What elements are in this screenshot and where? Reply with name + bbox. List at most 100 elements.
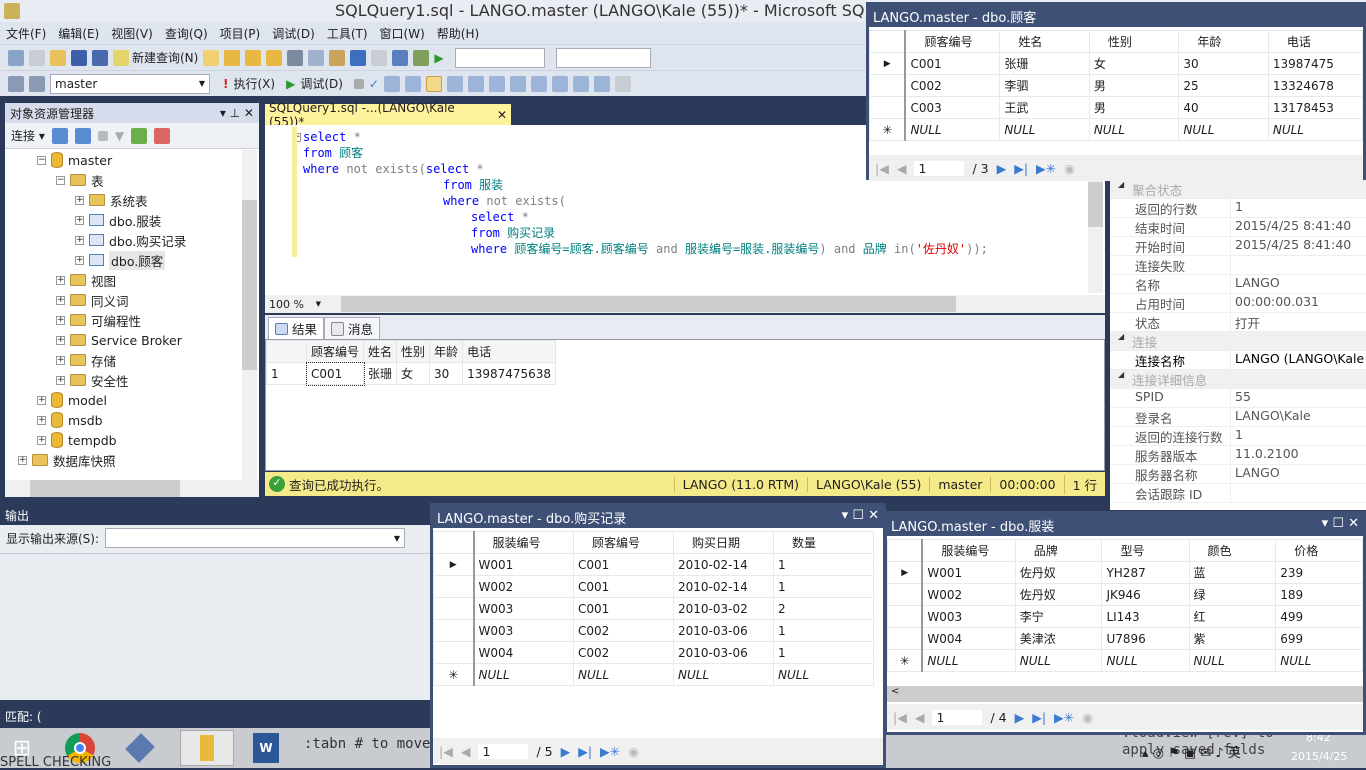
table-cell[interactable]: C001 xyxy=(573,575,674,598)
tree-item-folder[interactable]: + 可编程性 xyxy=(56,310,141,330)
disconnect-object-icon[interactable] xyxy=(74,127,91,144)
table-cell[interactable]: 佐丹奴 xyxy=(1014,583,1103,606)
table-cell[interactable]: U7896 xyxy=(1101,627,1190,650)
property-value[interactable]: 55 xyxy=(1231,389,1251,407)
expand-icon[interactable]: + xyxy=(75,215,84,225)
expand-icon[interactable]: + xyxy=(37,415,46,425)
menu-item[interactable]: 编辑(E) xyxy=(58,25,99,42)
client-stats-icon[interactable] xyxy=(467,75,484,92)
expand-icon[interactable]: + xyxy=(56,355,65,365)
table-cell[interactable]: NULL xyxy=(1178,118,1269,141)
save-all-icon[interactable] xyxy=(92,49,108,66)
table-cell[interactable]: 30 xyxy=(429,362,464,385)
table-cell[interactable]: W001 xyxy=(473,553,574,576)
increase-indent-icon[interactable] xyxy=(593,75,610,92)
column-header[interactable]: 电话 xyxy=(1267,30,1364,53)
connect-icon[interactable] xyxy=(8,75,24,92)
page-input[interactable]: 1 xyxy=(914,160,965,176)
table-cell[interactable]: C001 xyxy=(904,52,1001,75)
table-cell[interactable]: 红 xyxy=(1188,605,1277,628)
menu-item[interactable]: 视图(V) xyxy=(111,25,153,42)
column-header[interactable]: 顾客编号 xyxy=(904,30,1001,53)
row-header[interactable] xyxy=(433,575,475,598)
parse-icon[interactable]: ✓ xyxy=(369,77,379,91)
ssms-taskbar-button[interactable] xyxy=(180,730,234,766)
dmx-query-icon[interactable] xyxy=(245,49,262,66)
table-cell[interactable]: NULL xyxy=(904,118,1001,141)
table-cell[interactable]: NULL xyxy=(1188,649,1277,672)
word-taskbar-button[interactable]: W xyxy=(244,730,288,766)
column-header[interactable]: 购买日期 xyxy=(673,531,774,554)
pin-close-icons[interactable]: ▾ ⊥ ✕ xyxy=(220,106,254,120)
tree-horizontal-scrollbar[interactable] xyxy=(5,480,259,497)
tree-item-folder[interactable]: + 同义词 xyxy=(56,290,129,310)
expand-icon[interactable]: + xyxy=(18,455,27,465)
column-header[interactable]: 姓名 xyxy=(363,340,398,363)
decrease-indent-icon[interactable] xyxy=(572,75,589,92)
expand-icon[interactable]: + xyxy=(75,195,84,205)
expand-icon[interactable]: + xyxy=(37,435,46,445)
column-header[interactable]: 年龄 xyxy=(1178,30,1269,53)
property-category[interactable]: ◢ 连接 xyxy=(1110,332,1366,351)
table-cell[interactable]: 1 xyxy=(773,553,874,576)
column-header[interactable]: 年龄 xyxy=(429,340,464,363)
next-record-icon[interactable]: ▶ xyxy=(561,744,571,759)
save-icon[interactable] xyxy=(71,49,87,66)
table-cell[interactable]: 40 xyxy=(1178,96,1269,119)
new-record-icon[interactable]: ▶✳ xyxy=(1036,161,1056,176)
zoom-select[interactable]: 100 % ▼ xyxy=(265,296,325,312)
tree-item-database[interactable]: + msdb xyxy=(37,410,103,430)
table-cell[interactable]: 张珊 xyxy=(999,52,1090,75)
expand-icon[interactable]: + xyxy=(56,275,65,285)
expand-icon[interactable]: + xyxy=(56,295,65,305)
page-input[interactable]: 1 xyxy=(478,743,529,759)
column-header[interactable]: 价格 xyxy=(1275,539,1363,562)
virtualbox-taskbar-button[interactable] xyxy=(118,730,162,766)
table-cell[interactable]: 2010-03-06 xyxy=(673,641,774,664)
results-to-text-icon[interactable] xyxy=(425,75,442,92)
row-header[interactable] xyxy=(887,583,924,606)
new-project-icon[interactable] xyxy=(8,49,24,66)
menu-item[interactable]: 工具(T) xyxy=(327,25,368,42)
table-cell[interactable]: W002 xyxy=(473,575,574,598)
comment-icon[interactable] xyxy=(530,75,547,92)
tree-item-folder[interactable]: + 存储 xyxy=(56,350,116,370)
table-cell[interactable]: 李驷 xyxy=(999,74,1090,97)
tree-item-database[interactable]: + model xyxy=(37,390,107,410)
new-query-button[interactable]: 新建查询(N) xyxy=(113,49,198,66)
query-editor-tab[interactable]: SQLQuery1.sql -...(LANGO\Kale (55))* ✕ xyxy=(265,101,511,129)
row-header[interactable] xyxy=(887,627,924,650)
prev-record-icon[interactable]: ◀ xyxy=(915,710,925,725)
column-header[interactable]: 服装编号 xyxy=(921,539,1016,562)
current-row-icon[interactable]: ▶ xyxy=(887,561,924,584)
column-header[interactable] xyxy=(266,340,307,363)
paste-icon[interactable] xyxy=(329,49,346,66)
collapse-triangle-icon[interactable]: ◢ xyxy=(1118,332,1124,350)
table-cell[interactable]: W004 xyxy=(473,641,574,664)
table-cell[interactable]: 239 xyxy=(1275,561,1363,584)
output-text-area[interactable] xyxy=(0,553,430,703)
menu-item[interactable]: 调试(D) xyxy=(272,25,315,42)
tree-item-table[interactable]: + dbo.购买记录 xyxy=(75,230,186,250)
row-header[interactable] xyxy=(887,605,924,628)
last-record-icon[interactable]: ▶| xyxy=(578,744,592,759)
table-cell[interactable]: 2 xyxy=(773,597,874,620)
row-header[interactable] xyxy=(433,597,475,620)
column-header[interactable]: 型号 xyxy=(1101,539,1190,562)
column-header[interactable]: 数量 xyxy=(773,531,874,554)
table-cell[interactable]: YH287 xyxy=(1101,561,1190,584)
next-record-icon[interactable]: ▶ xyxy=(997,161,1007,176)
tray-icons[interactable]: ▴ ◎ ⚑ ▣ ✉ ♪ 英 xyxy=(1142,742,1241,761)
menu-item[interactable]: 文件(F) xyxy=(6,25,46,42)
table-cell[interactable]: 1 xyxy=(773,641,874,664)
xmla-query-icon[interactable] xyxy=(266,49,283,66)
start-icon[interactable]: ▶ xyxy=(434,51,443,65)
menu-item[interactable]: 帮助(H) xyxy=(437,25,479,42)
table-cell[interactable]: 绿 xyxy=(1188,583,1277,606)
horizontal-scrollbar[interactable]: < xyxy=(887,686,1363,702)
column-header[interactable]: 服装编号 xyxy=(473,531,574,554)
table-cell[interactable]: NULL xyxy=(1088,118,1180,141)
tree-item-database[interactable]: + tempdb xyxy=(37,430,117,450)
table-cell[interactable]: C003 xyxy=(904,96,1001,119)
column-header[interactable]: 姓名 xyxy=(999,30,1090,53)
